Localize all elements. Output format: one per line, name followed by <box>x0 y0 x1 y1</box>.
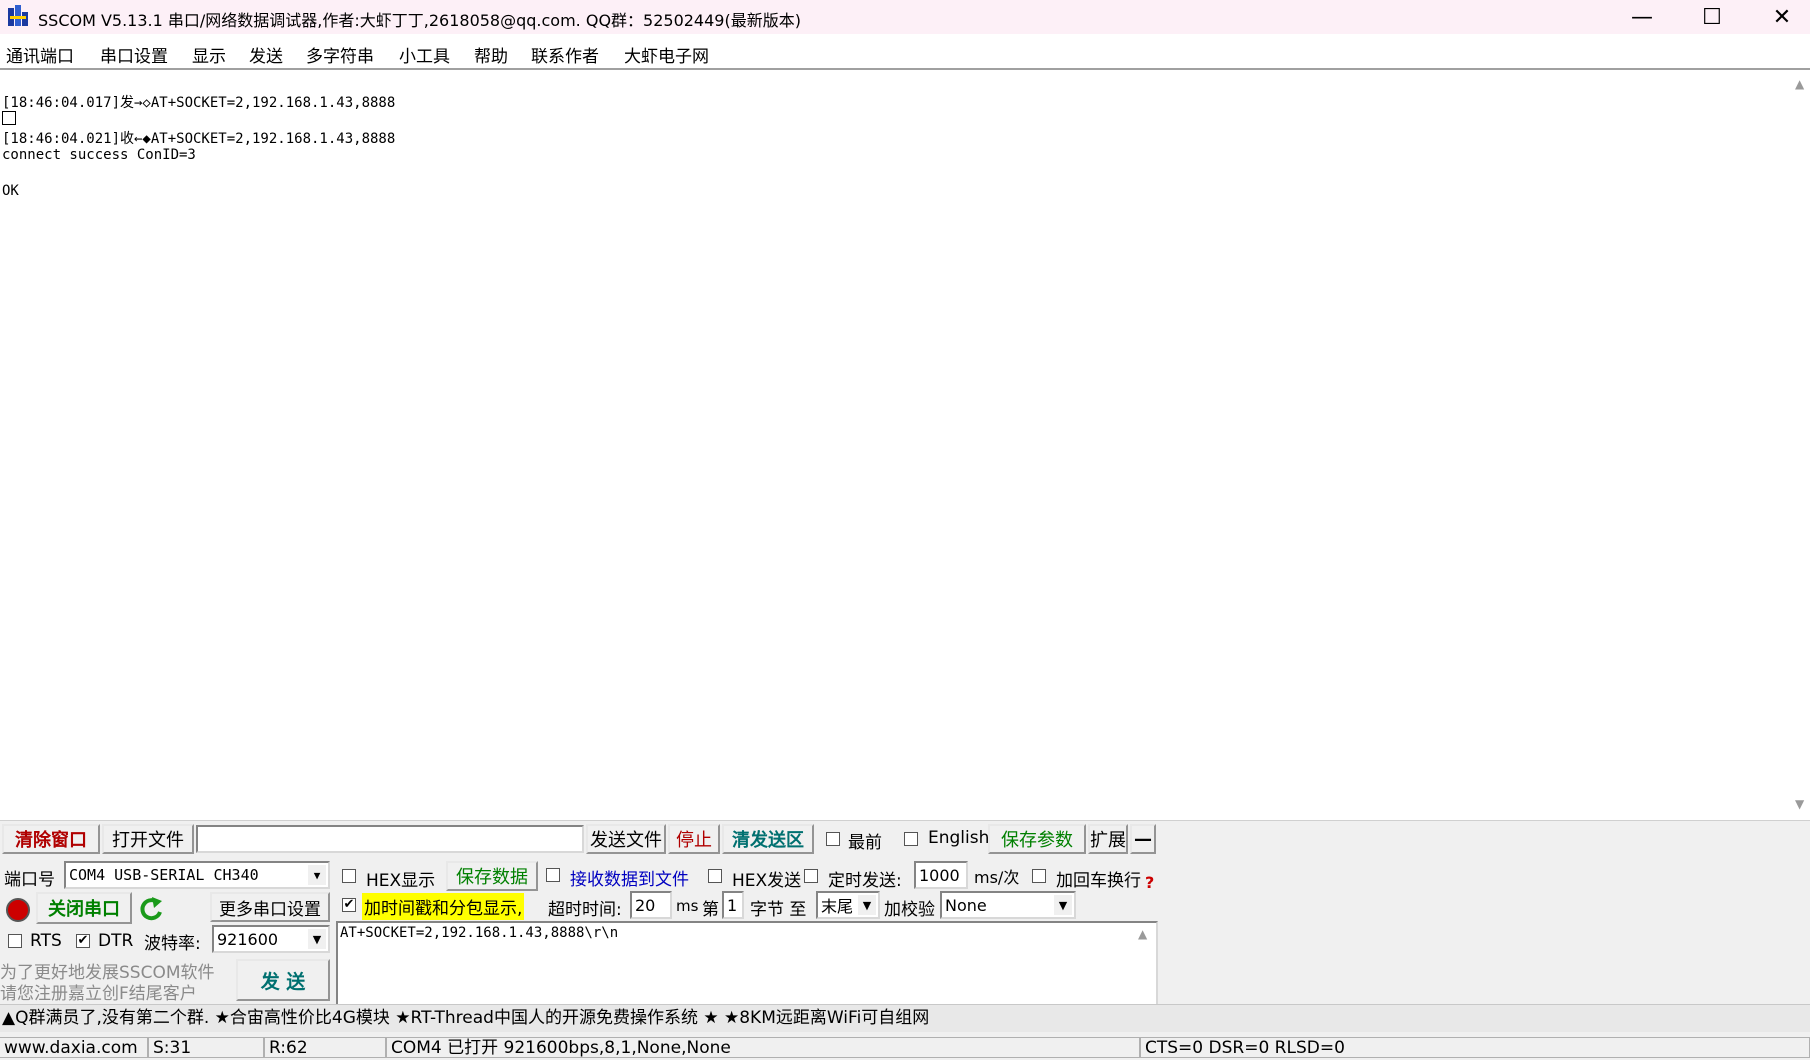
log-line-recv: [18:46:04.021]收←◆AT+SOCKET=2,192.168.1.4… <box>2 131 396 147</box>
timeout-input[interactable]: 20 <box>630 891 672 919</box>
app-icon <box>8 5 28 26</box>
chevron-down-icon[interactable]: ▼ <box>1054 895 1072 915</box>
rts-label: RTS <box>30 931 62 951</box>
dtr-label: DTR <box>98 931 134 951</box>
port-status-icon <box>6 898 30 922</box>
window-title: SSCOM V5.13.1 串口/网络数据调试器,作者:大虾丁丁,2618058… <box>38 11 801 30</box>
status-site-link[interactable]: www.daxia.com <box>0 1037 148 1058</box>
chevron-down-icon[interactable]: ▼ <box>858 895 876 915</box>
scroll-up-icon[interactable]: ▲ <box>1795 77 1804 91</box>
news-ticker[interactable]: ▲Q群满员了,没有第二个群. ★合宙高性价比4G模块 ★RT-Thread中国人… <box>0 1004 1810 1032</box>
port-label: 端口号 <box>4 870 55 890</box>
timeout-unit: ms <box>676 897 699 915</box>
receive-area[interactable]: [18:46:04.017]发→◇AT+SOCKET=2,192.168.1.4… <box>0 71 1790 819</box>
menu-daxia-site[interactable]: 大虾电子网 <box>624 42 709 67</box>
checksum-select-value: None <box>945 895 987 915</box>
stop-button[interactable]: 停止 <box>668 824 720 854</box>
clear-send-button[interactable]: 清发送区 <box>722 824 814 854</box>
checksum-label: 加校验 <box>884 900 935 920</box>
hex-display-label: HEX显示 <box>366 871 436 891</box>
title-bar: SSCOM V5.13.1 串口/网络数据调试器,作者:大虾丁丁,2618058… <box>0 0 1810 34</box>
menu-comm-port[interactable]: 通讯端口 <box>6 42 74 67</box>
dtr-checkbox[interactable]: ✔ <box>76 934 90 948</box>
send-text: AT+SOCKET=2,192.168.1.43,8888\r\n <box>340 925 619 941</box>
close-icon: ✕ <box>1772 4 1792 30</box>
topmost-label: 最前 <box>848 833 882 853</box>
chevron-down-icon[interactable]: ▼ <box>308 865 326 885</box>
chevron-down-icon[interactable]: ▼ <box>308 929 326 949</box>
baud-select[interactable]: 921600 ▼ <box>212 925 330 953</box>
promo-line-2: 请您注册嘉立创F结尾客户 <box>0 984 197 1004</box>
timestamp-checkbox[interactable]: ✔ <box>342 898 356 912</box>
recv-to-file-checkbox[interactable] <box>546 868 560 882</box>
baud-label: 波特率: <box>144 934 201 954</box>
refresh-icon[interactable] <box>138 895 164 923</box>
timestamp-label: 加时间戳和分包显示, <box>362 893 525 920</box>
hex-send-checkbox[interactable] <box>708 869 722 883</box>
english-checkbox[interactable] <box>904 832 918 846</box>
recv-to-file-label: 接收数据到文件 <box>570 870 689 890</box>
clear-window-button[interactable]: 清除窗口 <box>2 824 100 854</box>
menu-display[interactable]: 显示 <box>192 42 226 67</box>
status-recv-count: R:62 <box>264 1037 386 1058</box>
port-select[interactable]: COM4 USB-SERIAL CH340 ▼ <box>64 861 330 889</box>
help-icon[interactable]: ? <box>1145 873 1154 892</box>
status-sent-count: S:31 <box>148 1037 264 1058</box>
scroll-down-icon[interactable]: ▼ <box>1795 797 1804 811</box>
menu-bar: 通讯端口 串口设置 显示 发送 多字符串 小工具 帮助 联系作者 大虾电子网 <box>0 34 1810 70</box>
menu-multi-string[interactable]: 多字符串 <box>306 42 374 67</box>
minimize-icon: — <box>1631 4 1653 30</box>
append-crlf-label: 加回车换行 <box>1056 871 1141 891</box>
byte-to-label: 字节 至 <box>750 900 807 920</box>
topmost-checkbox[interactable] <box>826 832 840 846</box>
english-label: English <box>928 828 990 848</box>
menu-help[interactable]: 帮助 <box>474 42 508 67</box>
close-button[interactable]: ✕ <box>1752 2 1810 32</box>
open-file-button[interactable]: 打开文件 <box>102 824 194 854</box>
send-scroll-up-icon[interactable]: ▲ <box>1138 927 1147 941</box>
send-file-button[interactable]: 发送文件 <box>586 824 666 854</box>
collapse-button[interactable]: — <box>1130 824 1156 854</box>
more-port-settings-button[interactable]: 更多串口设置 <box>210 892 330 922</box>
rts-checkbox[interactable] <box>8 934 22 948</box>
timed-send-checkbox[interactable] <box>804 869 818 883</box>
save-params-button[interactable]: 保存参数 <box>988 824 1086 854</box>
log-control-char <box>2 111 16 125</box>
close-port-button[interactable]: 关闭串口 <box>36 892 132 924</box>
menu-contact[interactable]: 联系作者 <box>531 42 599 67</box>
menu-send[interactable]: 发送 <box>249 42 283 67</box>
menu-tools[interactable]: 小工具 <box>399 42 450 67</box>
baud-select-value: 921600 <box>217 929 279 949</box>
log-line-ok: OK <box>2 183 19 199</box>
log-line-connect: connect success ConID=3 <box>2 147 196 163</box>
interval-unit: ms/次 <box>974 868 1020 887</box>
port-select-value: COM4 USB-SERIAL CH340 <box>69 866 259 884</box>
end-select[interactable]: 末尾 ▼ <box>816 891 880 919</box>
nth-label: 第 <box>702 900 719 920</box>
hex-display-checkbox[interactable] <box>342 869 356 883</box>
status-port-state: COM4 已打开 921600bps,8,1,None,None <box>386 1037 1140 1058</box>
checksum-select[interactable]: None ▼ <box>940 891 1076 919</box>
end-select-value: 末尾 <box>821 897 854 916</box>
status-modem-lines: CTS=0 DSR=0 RLSD=0 <box>1140 1037 1810 1058</box>
timeout-label: 超时时间: <box>548 900 622 920</box>
menu-serial-settings[interactable]: 串口设置 <box>100 42 168 67</box>
maximize-icon: ☐ <box>1702 4 1722 30</box>
append-crlf-checkbox[interactable] <box>1032 869 1046 883</box>
interval-input[interactable]: 1000 <box>914 861 968 889</box>
timed-send-label: 定时发送: <box>828 871 902 891</box>
log-line-sent: [18:46:04.017]发→◇AT+SOCKET=2,192.168.1.4… <box>2 95 396 111</box>
file-path-input[interactable] <box>196 825 584 853</box>
nth-input[interactable]: 1 <box>722 891 744 919</box>
hex-send-label: HEX发送 <box>732 871 802 891</box>
expand-button[interactable]: 扩展 <box>1088 824 1128 854</box>
maximize-button[interactable]: ☐ <box>1682 2 1742 32</box>
minimize-button[interactable]: — <box>1612 2 1672 32</box>
send-button[interactable]: 发 送 <box>236 959 330 1001</box>
receive-scrollbar[interactable]: ▲ ▼ <box>1790 71 1810 819</box>
status-bar: www.daxia.com S:31 R:62 COM4 已打开 921600b… <box>0 1036 1810 1059</box>
save-data-button[interactable]: 保存数据 <box>446 861 538 891</box>
